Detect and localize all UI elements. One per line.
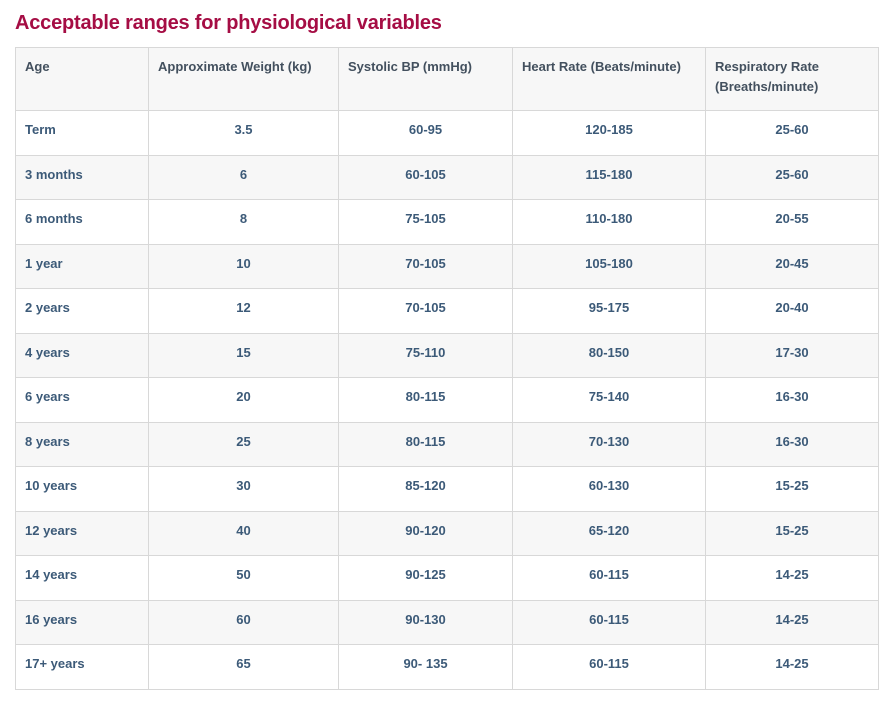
table-body: Term3.560-95120-18525-603 months660-1051… [16, 111, 879, 690]
value-cell: 60-130 [513, 467, 706, 512]
value-cell: 60-95 [339, 111, 513, 156]
table-row: 3 months660-105115-18025-60 [16, 155, 879, 200]
column-header: Respiratory Rate (Breaths/minute) [706, 48, 879, 111]
value-cell: 14-25 [706, 600, 879, 645]
table-row: Term3.560-95120-18525-60 [16, 111, 879, 156]
table-row: 6 years2080-11575-14016-30 [16, 378, 879, 423]
value-cell: 80-150 [513, 333, 706, 378]
value-cell: 16-30 [706, 378, 879, 423]
table-row: 16 years6090-13060-11514-25 [16, 600, 879, 645]
value-cell: 115-180 [513, 155, 706, 200]
table-row: 12 years4090-12065-12015-25 [16, 511, 879, 556]
value-cell: 12 [149, 289, 339, 334]
page-title: Acceptable ranges for physiological vari… [15, 12, 878, 35]
value-cell: 90-125 [339, 556, 513, 601]
value-cell: 14-25 [706, 645, 879, 690]
header-row: AgeApproximate Weight (kg)Systolic BP (m… [16, 48, 879, 111]
value-cell: 65-120 [513, 511, 706, 556]
table-row: 6 months875-105110-18020-55 [16, 200, 879, 245]
value-cell: 75-105 [339, 200, 513, 245]
column-header: Heart Rate (Beats/minute) [513, 48, 706, 111]
value-cell: 60-115 [513, 645, 706, 690]
table-row: 2 years1270-10595-17520-40 [16, 289, 879, 334]
value-cell: 16-30 [706, 422, 879, 467]
age-cell: 16 years [16, 600, 149, 645]
value-cell: 105-180 [513, 244, 706, 289]
age-cell: 10 years [16, 467, 149, 512]
age-cell: 14 years [16, 556, 149, 601]
value-cell: 30 [149, 467, 339, 512]
value-cell: 60 [149, 600, 339, 645]
value-cell: 15 [149, 333, 339, 378]
column-header: Approximate Weight (kg) [149, 48, 339, 111]
age-cell: 17+ years [16, 645, 149, 690]
value-cell: 70-130 [513, 422, 706, 467]
value-cell: 6 [149, 155, 339, 200]
value-cell: 70-105 [339, 244, 513, 289]
value-cell: 80-115 [339, 378, 513, 423]
physiological-variables-table: AgeApproximate Weight (kg)Systolic BP (m… [15, 47, 879, 690]
table-row: 1 year1070-105105-18020-45 [16, 244, 879, 289]
value-cell: 90-130 [339, 600, 513, 645]
age-cell: 1 year [16, 244, 149, 289]
value-cell: 25-60 [706, 155, 879, 200]
value-cell: 15-25 [706, 511, 879, 556]
age-cell: Term [16, 111, 149, 156]
value-cell: 75-110 [339, 333, 513, 378]
value-cell: 25-60 [706, 111, 879, 156]
table-row: 8 years2580-11570-13016-30 [16, 422, 879, 467]
value-cell: 60-115 [513, 600, 706, 645]
value-cell: 110-180 [513, 200, 706, 245]
age-cell: 8 years [16, 422, 149, 467]
value-cell: 90- 135 [339, 645, 513, 690]
age-cell: 2 years [16, 289, 149, 334]
value-cell: 17-30 [706, 333, 879, 378]
value-cell: 70-105 [339, 289, 513, 334]
value-cell: 65 [149, 645, 339, 690]
value-cell: 75-140 [513, 378, 706, 423]
value-cell: 80-115 [339, 422, 513, 467]
column-header: Systolic BP (mmHg) [339, 48, 513, 111]
age-cell: 6 years [16, 378, 149, 423]
age-cell: 4 years [16, 333, 149, 378]
table-row: 10 years3085-12060-13015-25 [16, 467, 879, 512]
table-row: 4 years1575-11080-15017-30 [16, 333, 879, 378]
value-cell: 3.5 [149, 111, 339, 156]
value-cell: 60-105 [339, 155, 513, 200]
value-cell: 40 [149, 511, 339, 556]
value-cell: 20-40 [706, 289, 879, 334]
value-cell: 25 [149, 422, 339, 467]
age-cell: 12 years [16, 511, 149, 556]
value-cell: 85-120 [339, 467, 513, 512]
age-cell: 3 months [16, 155, 149, 200]
value-cell: 60-115 [513, 556, 706, 601]
value-cell: 50 [149, 556, 339, 601]
content-page: Acceptable ranges for physiological vari… [0, 0, 893, 708]
value-cell: 120-185 [513, 111, 706, 156]
value-cell: 20 [149, 378, 339, 423]
value-cell: 10 [149, 244, 339, 289]
age-cell: 6 months [16, 200, 149, 245]
value-cell: 8 [149, 200, 339, 245]
table-row: 17+ years6590- 13560-11514-25 [16, 645, 879, 690]
table-row: 14 years5090-12560-11514-25 [16, 556, 879, 601]
value-cell: 14-25 [706, 556, 879, 601]
value-cell: 90-120 [339, 511, 513, 556]
value-cell: 95-175 [513, 289, 706, 334]
value-cell: 15-25 [706, 467, 879, 512]
value-cell: 20-55 [706, 200, 879, 245]
column-header: Age [16, 48, 149, 111]
value-cell: 20-45 [706, 244, 879, 289]
